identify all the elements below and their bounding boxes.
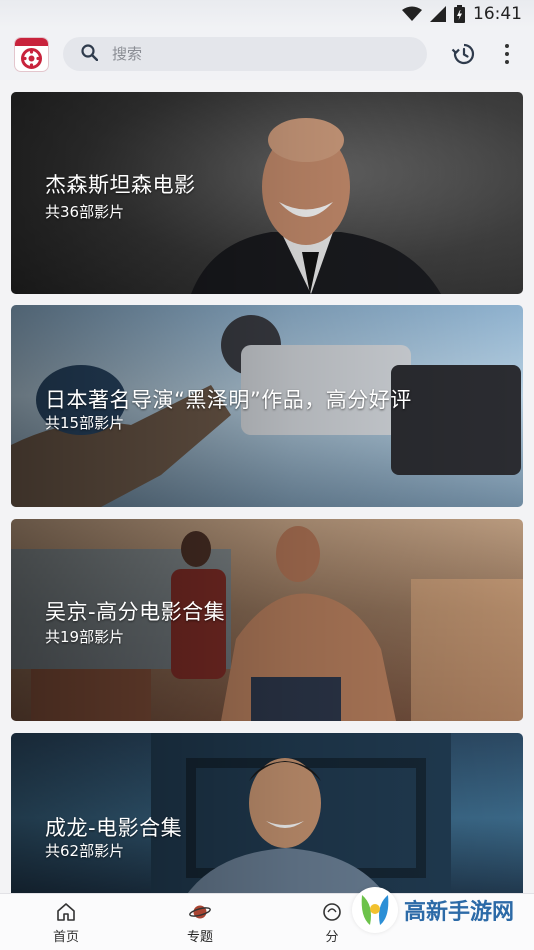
card-count: 共19部影片 (45, 628, 125, 646)
history-button[interactable] (450, 41, 476, 67)
search-icon (81, 43, 99, 65)
status-time: 16:41 (473, 4, 522, 24)
app-logo-icon[interactable] (15, 38, 48, 71)
watermark-logo-icon (352, 887, 398, 933)
wifi-icon (402, 6, 422, 22)
card-title: 成龙-电影合集 (45, 816, 183, 840)
search-input[interactable] (112, 45, 392, 63)
nav-home[interactable]: 首页 (36, 902, 96, 945)
site-watermark: 高新手游网 (352, 870, 530, 950)
battery-icon (454, 5, 465, 23)
more-vert-button[interactable] (496, 41, 518, 67)
signal-icon (430, 6, 446, 22)
home-icon (57, 903, 75, 921)
topic-card-jason-statham[interactable]: 杰森斯坦森电影 共36部影片 (11, 92, 523, 294)
history-icon (451, 43, 475, 65)
search-bar[interactable] (63, 37, 427, 71)
top-app-bar (0, 28, 534, 80)
nav-category-label: 分 (325, 930, 339, 945)
card-title: 吴京-高分电影合集 (45, 600, 226, 624)
watermark-text: 高新手游网 (404, 900, 515, 925)
topic-card-kurosawa[interactable]: 日本著名导演“黑泽明”作品，高分好评 共15部影片 (11, 305, 523, 507)
category-icon (323, 903, 341, 921)
nav-topic[interactable]: 专题 (170, 902, 230, 945)
card-count: 共15部影片 (45, 414, 125, 432)
card-title: 日本著名导演“黑泽明”作品，高分好评 (45, 388, 412, 412)
status-bar: 16:41 (0, 0, 534, 28)
more-vert-icon (505, 44, 509, 48)
topic-card-wu-jing[interactable]: 吴京-高分电影合集 共19部影片 (11, 519, 523, 721)
nav-topic-label: 专题 (186, 930, 213, 945)
card-count: 共36部影片 (45, 203, 125, 221)
nav-home-label: 首页 (52, 930, 79, 945)
planet-icon (189, 905, 211, 919)
card-count: 共62部影片 (45, 842, 125, 860)
card-title: 杰森斯坦森电影 (45, 173, 196, 197)
